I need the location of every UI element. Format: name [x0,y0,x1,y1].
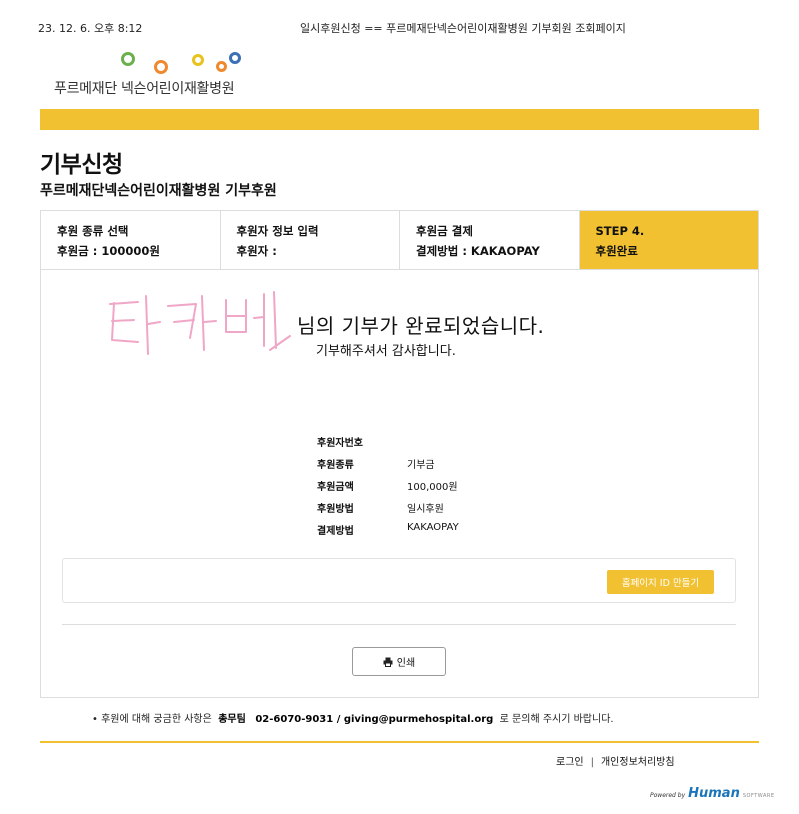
donor-number-label: 후원자번호 [317,438,363,449]
logo-dots [54,50,254,76]
handwritten-signature [109,291,291,355]
contact-prefix: • 후원에 대해 궁금한 사항은 [92,714,212,725]
logo-dot-orange-small [216,61,227,72]
print-date: 23. 12. 6. 오후 8:12 [38,22,143,35]
donation-type-label: 후원종류 [317,460,354,471]
contact-info: • 후원에 대해 궁금한 사항은 총무팀 02-6070-9031 / givi… [92,710,614,725]
step-1-detail: 후원금 : 100000원 [57,244,160,258]
printer-icon [383,657,393,667]
step-4-active: STEP 4. 후원완료 [579,211,758,269]
footer-links: 로그인 | 개인정보처리방침 [556,757,675,768]
contact-team: 총무팀 [218,714,246,725]
software-text: SOFTWARE [742,793,775,799]
donation-method-label: 후원방법 [317,504,354,515]
footer-privacy-link[interactable]: 개인정보처리방침 [601,757,675,768]
homepage-id-box: 홈페이지 ID 만들기 [62,558,736,603]
donation-type-value: 기부금 [407,460,435,471]
payment-method-label: 결제방법 [317,526,354,537]
powered-by-text: Powered by [650,792,686,799]
hospital-logo[interactable]: 푸르메재단 넥슨어린이재활병원 [54,50,254,97]
donation-amount-value: 100,000원 [407,482,458,493]
step-1-title: 후원 종류 선택 [57,224,129,238]
page-subtitle: 푸르메재단넥슨어린이재활병원 기부후원 [40,183,277,199]
divider [62,624,736,625]
logo-text: 푸르메재단 넥슨어린이재활병원 [54,81,235,97]
step-2-detail: 후원자 : [236,244,277,258]
print-button-label: 인쇄 [396,658,416,669]
contact-details: 02-6070-9031 / giving@purmehospital.org [255,714,494,725]
logo-dot-orange [154,60,168,74]
step-4-detail: 후원완료 [595,244,638,258]
contact-suffix: 로 문의해 주시기 바랍니다. [499,714,614,725]
powered-by-logo: Powered by Human SOFTWARE [650,786,775,801]
print-button[interactable]: 인쇄 [352,647,446,676]
payment-method-value: KAKAOPAY [407,522,459,533]
create-homepage-id-button[interactable]: 홈페이지 ID 만들기 [607,570,714,594]
logo-dot-blue [229,52,241,64]
page-title: 기부신청 [40,152,123,178]
step-indicator: 후원 종류 선택 후원금 : 100000원 후원자 정보 입력 후원자 : 후… [40,210,759,270]
step-3: 후원금 결제 결제방법 : KAKAOPAY [400,211,580,269]
footer-login-link[interactable]: 로그인 [556,757,584,768]
donation-method-value: 일시후원 [407,504,444,515]
completion-message: 님의 기부가 완료되었습니다. [297,314,545,338]
header-accent-bar [40,109,759,130]
step-3-title: 후원금 결제 [416,224,473,238]
logo-dot-yellow [192,54,204,66]
step-3-detail: 결제방법 : KAKAOPAY [416,244,540,258]
step-4-title: STEP 4. [595,224,645,238]
logo-dot-green [121,52,135,66]
step-1: 후원 종류 선택 후원금 : 100000원 [41,211,221,269]
footer-accent-line [40,741,759,743]
step-2-title: 후원자 정보 입력 [236,224,319,238]
human-brand-text: Human [688,786,740,801]
thank-you-message: 기부해주셔서 감사합니다. [316,344,456,359]
donation-amount-label: 후원금액 [317,482,354,493]
step-2: 후원자 정보 입력 후원자 : [221,211,400,269]
print-page-title: 일시후원신청 == 푸르메재단넥슨어린이재활병원 기부회원 조회페이지 [300,22,626,35]
